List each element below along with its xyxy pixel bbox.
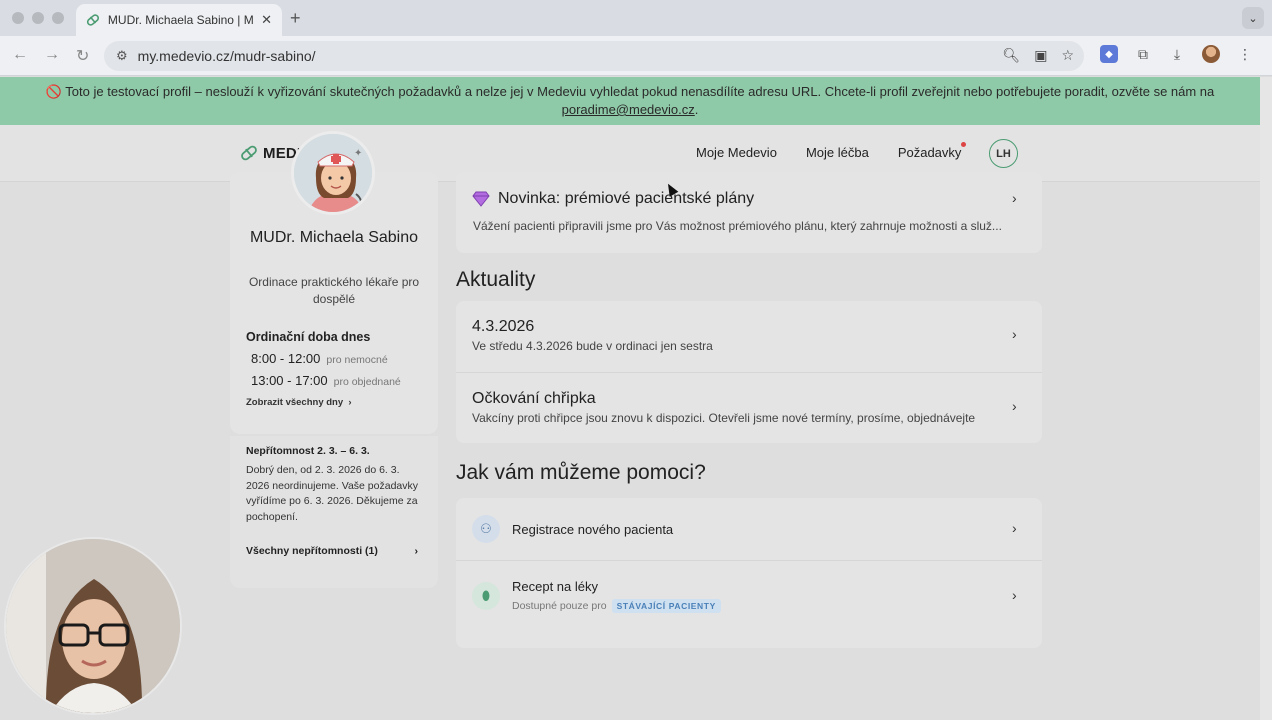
hours-row: 13:00 - 17:00 pro objednané: [251, 373, 401, 388]
tab-search-chevron-icon[interactable]: ⌄: [1242, 7, 1264, 29]
promo-text: Vážení pacienti připravili jsme pro Vás …: [473, 219, 1002, 233]
window-minimize-button[interactable]: [32, 12, 44, 24]
tab-close-icon[interactable]: ✕: [261, 12, 272, 28]
chevron-right-icon[interactable]: ›: [1012, 520, 1017, 536]
forward-button[interactable]: →: [44, 46, 60, 64]
chevron-right-icon[interactable]: ›: [1012, 587, 1017, 603]
hours-note: pro objednané: [333, 376, 401, 388]
show-all-days-link[interactable]: Zobrazit všechny dny ›: [246, 397, 352, 408]
diamond-icon: [472, 191, 490, 207]
user-avatar[interactable]: LH: [989, 139, 1018, 168]
chevron-right-icon[interactable]: ›: [1012, 398, 1017, 414]
divider: [456, 560, 1042, 561]
reload-button[interactable]: ↻: [76, 46, 89, 66]
banner-period: .: [694, 102, 699, 117]
browser-tab[interactable]: MUDr. Michaela Sabino | Medevio ✕: [76, 4, 282, 36]
window-close-button[interactable]: [12, 12, 24, 24]
help-item-sub: Dostupné pouze pro STÁVAJÍCÍ PACIENTY: [512, 599, 721, 613]
extension-icon[interactable]: ◆: [1100, 45, 1118, 63]
zoom-icon[interactable]: 🔍︎: [1002, 47, 1020, 64]
browser-profile-avatar[interactable]: [1202, 45, 1220, 63]
presenter-webcam-icon: [6, 539, 180, 713]
chevron-right-icon: ›: [1012, 190, 1017, 206]
existing-patients-badge: STÁVAJÍCÍ PACIENTY: [611, 599, 721, 613]
extensions-puzzle-icon[interactable]: ⧉: [1134, 45, 1152, 63]
nav-pozadavky-label: Požadavky: [897, 145, 962, 160]
url-text[interactable]: my.medevio.cz/mudr-sabino/: [138, 48, 316, 64]
nav-pozadavky[interactable]: Požadavky: [897, 142, 967, 160]
banner-text: Toto je testovací profil – neslouží k vy…: [65, 84, 1215, 99]
absence-text: Dobrý den, od 2. 3. 2026 do 6. 3. 2026 n…: [246, 464, 419, 523]
all-absences-link[interactable]: Všechny nepřítomnosti (1) ›: [246, 545, 418, 557]
hours-row: 8:00 - 12:00 pro nemocné: [251, 351, 388, 366]
tab-title: MUDr. Michaela Sabino | Medevio: [107, 13, 254, 27]
download-icon[interactable]: ⤓: [1168, 45, 1186, 63]
presenter-webcam: [4, 537, 182, 715]
news-item-text: Vakcíny proti chřipce jsou znovu k dispo…: [472, 411, 976, 425]
install-app-icon[interactable]: ▣: [1034, 47, 1047, 64]
nav-moje-medevio[interactable]: Moje Medevio: [696, 145, 777, 160]
browser-tab-bar: MUDr. Michaela Sabino | Medevio ✕ + ⌄: [0, 0, 1272, 36]
address-bar[interactable]: ⚙ my.medevio.cz/mudr-sabino/ 🔍︎ ▣ ☆: [104, 41, 1084, 71]
doctor-name: MUDr. Michaela Sabino: [249, 229, 419, 246]
page-scrollbar[interactable]: [1260, 77, 1272, 720]
divider: [456, 372, 1042, 373]
back-button[interactable]: ←: [12, 46, 28, 64]
news-item-title[interactable]: Očkování chřipka: [472, 390, 596, 408]
medevio-logo-icon: [241, 145, 257, 161]
doctor-specialty: Ordinace praktického lékaře pro dospělé: [248, 275, 420, 306]
help-item-title[interactable]: Recept na léky: [512, 579, 598, 594]
site-settings-icon[interactable]: ⚙: [116, 48, 128, 64]
promo-title: Novinka: prémiové pacientské plány: [498, 190, 755, 207]
medevio-favicon-icon: [86, 14, 100, 26]
doctor-avatar: ✦: [291, 131, 375, 215]
show-all-days-label: Zobrazit všechny dny: [246, 397, 344, 408]
help-card: [456, 498, 1042, 648]
svg-text:✦: ✦: [354, 148, 362, 159]
browser-toolbar: ← → ↻ ⚙ my.medevio.cz/mudr-sabino/ 🔍︎ ▣ …: [0, 36, 1272, 76]
help-section-title: Jak vám můžeme pomoci?: [456, 461, 706, 484]
add-user-icon: ⚇: [472, 515, 500, 543]
chevron-right-icon[interactable]: ›: [1012, 326, 1017, 342]
promo-card[interactable]: [456, 172, 1042, 253]
chevron-right-icon: ›: [345, 397, 352, 408]
hours-time: 8:00 - 12:00: [251, 351, 321, 366]
main-nav: Moje Medevio Moje léčba Požadavky: [696, 142, 967, 160]
browser-menu-icon[interactable]: ⋮: [1236, 45, 1254, 63]
news-section-title: Aktuality: [456, 268, 536, 291]
help-item-sub-text: Dostupné pouze pro: [512, 600, 607, 612]
banner-email-link[interactable]: poradime@medevio.cz: [562, 102, 695, 117]
hours-time: 13:00 - 17:00: [251, 373, 328, 388]
chevron-right-icon: ›: [414, 545, 419, 557]
notification-dot: [961, 142, 967, 147]
all-absences-label: Všechny nepřítomnosti (1): [246, 545, 378, 557]
test-profile-banner: 🚫 Toto je testovací profil – neslouží k …: [0, 77, 1260, 125]
pill-icon: ⬮: [472, 582, 500, 610]
news-item-title[interactable]: 4.3.2026: [472, 318, 534, 336]
hours-note: pro nemocné: [326, 354, 388, 366]
help-item-title[interactable]: Registrace nového pacienta: [512, 522, 673, 537]
news-item-text: Ve středu 4.3.2026 bude v ordinaci jen s…: [472, 339, 713, 353]
nav-moje-lecba[interactable]: Moje léčba: [806, 145, 869, 160]
new-tab-button[interactable]: +: [290, 8, 301, 29]
absence-title: Nepřítomnost 2. 3. – 6. 3.: [246, 445, 370, 457]
banner-icon: 🚫: [45, 84, 62, 99]
window-zoom-button[interactable]: [52, 12, 64, 24]
opening-hours-title: Ordinační doba dnes: [246, 330, 371, 344]
bookmark-star-icon[interactable]: ☆: [1061, 47, 1074, 64]
